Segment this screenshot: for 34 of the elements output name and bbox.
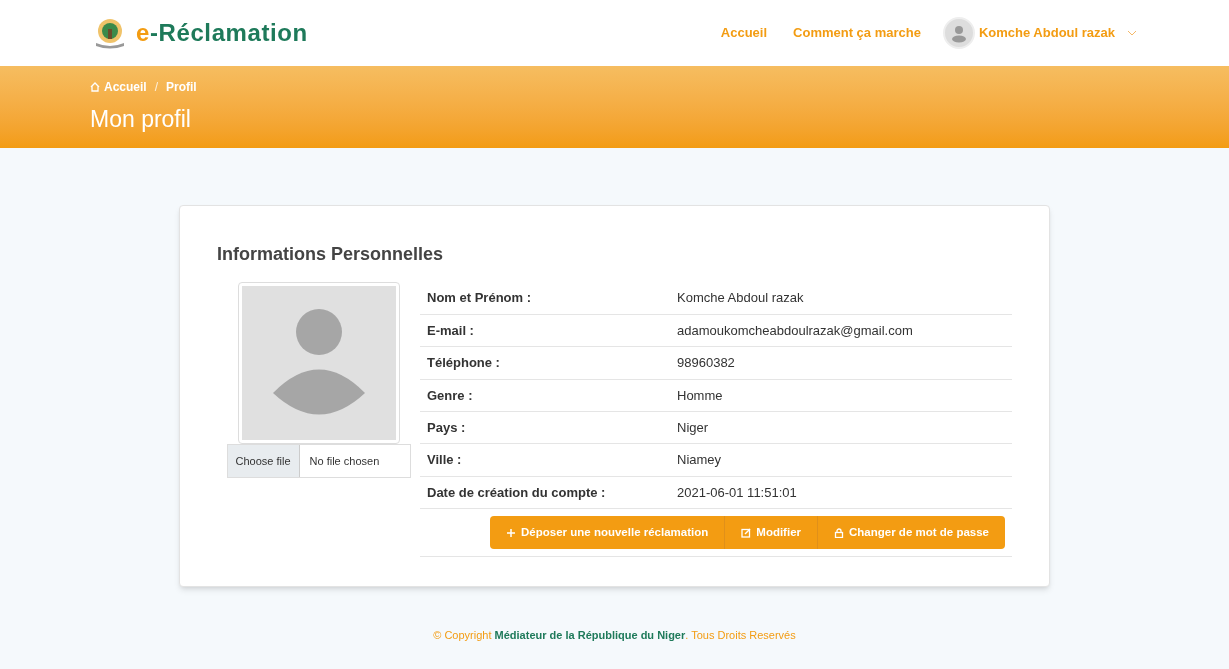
field-value: adamoukomcheabdoulrazak@gmail.com [677,314,1012,347]
field-value: Niger [677,411,1012,444]
lock-icon [834,527,845,538]
edit-icon [741,527,752,538]
field-label: Ville : [420,443,677,477]
action-button[interactable]: Modifier [724,516,818,550]
breadcrumb-separator: / [154,79,159,96]
breadcrumb-link[interactable]: Accueil [90,78,147,96]
field-value: Homme [677,379,1012,412]
field-value: 2021-06-01 11:51:01 [677,476,1012,509]
field-value: Komche Abdoul razak [677,282,1012,315]
avatar-icon [942,17,975,49]
copyright-text: © Copyright Médiateur de la République du Niger. Tous Droits Reservés [432,628,797,643]
action-button[interactable]: Changer de mot de passe [817,516,1005,550]
chevron-down-icon [1127,30,1137,36]
field-value: 98960382 [677,346,1012,380]
user-menu[interactable]: Komche Abdoul razak [942,17,1137,49]
card-title: Informations Personnelles [217,243,445,266]
plus-icon [506,527,517,538]
field-value: Niamey [677,443,1012,477]
breadcrumb-link[interactable]: Profil [166,78,197,96]
home-icon [90,82,100,92]
page-title: Mon profil [90,105,192,134]
field-label: Pays : [420,411,677,444]
field-label: Nom et Prénom : [420,282,677,315]
action-button[interactable]: Déposer une nouvelle réclamation [490,516,725,550]
field-label: Téléphone : [420,346,677,380]
nav-link[interactable]: Comment ça marche [793,23,921,43]
field-label: E-mail : [420,314,677,347]
site-logo-text[interactable]: e-Réclamation [136,15,308,51]
field-label: Genre : [420,379,677,412]
file-input[interactable]: Choose file No file chosen [226,444,411,478]
nav-link[interactable]: Accueil [720,23,768,43]
field-label: Date de création du compte : [420,476,677,509]
